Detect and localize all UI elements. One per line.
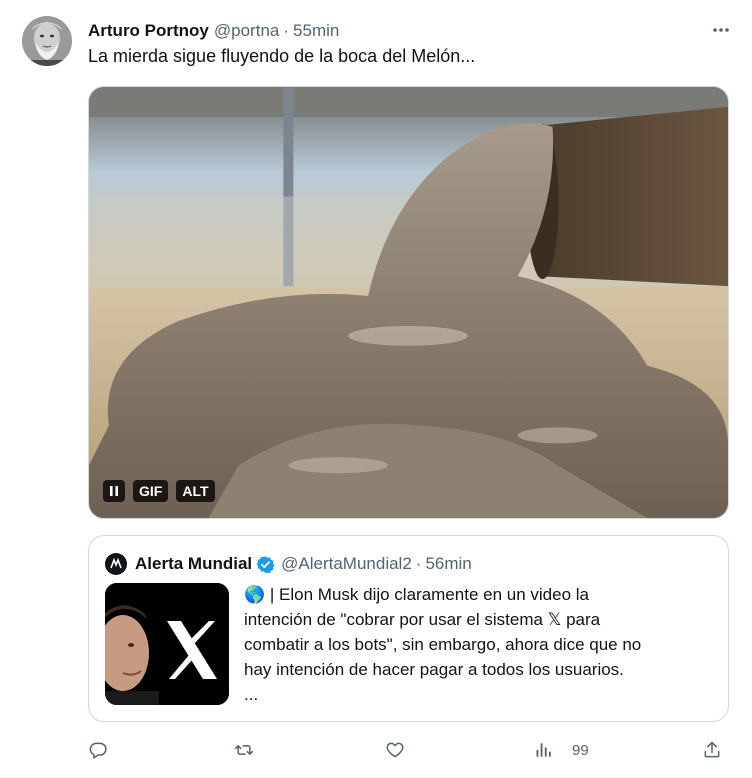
- separator-dot: ·: [415, 554, 422, 573]
- views-count: 99: [572, 741, 589, 759]
- like-icon: [386, 742, 404, 758]
- quoted-tweet-header: Alerta Mundial @AlertaMundial2 · 56min: [105, 552, 472, 576]
- tweet-header: Arturo Portnoy @portna · 55min: [88, 18, 732, 44]
- author-name[interactable]: Arturo Portnoy: [88, 21, 209, 41]
- pause-icon: [110, 486, 118, 496]
- gif-badge: GIF: [133, 480, 169, 502]
- gif-frame: [89, 87, 728, 518]
- tweet-media-gif[interactable]: GIF ALT: [88, 86, 729, 519]
- thumbnail-image: [105, 583, 229, 705]
- quoted-tweet-timestamp[interactable]: 56min: [425, 554, 471, 574]
- tweet-text: La mierda sigue fluyendo de la boca del …: [88, 46, 476, 66]
- quoted-text-line: combatir a los bots", sin embargo, ahora…: [244, 635, 642, 654]
- pause-button[interactable]: [103, 480, 125, 502]
- separator-dot: ·: [283, 21, 290, 40]
- views-icon: [536, 743, 551, 757]
- like-button[interactable]: [385, 734, 405, 766]
- quoted-tweet[interactable]: Alerta Mundial @AlertaMundial2 · 56min 🌎…: [88, 535, 729, 722]
- more-options-button[interactable]: [704, 16, 738, 44]
- retweet-icon: [234, 745, 254, 755]
- quoted-text-line: hay intención de hacer pagar a todos los…: [244, 660, 624, 679]
- author-avatar[interactable]: [22, 16, 72, 66]
- media-controls: GIF ALT: [103, 480, 215, 502]
- share-icon: [704, 741, 720, 758]
- reply-button[interactable]: [88, 734, 108, 766]
- author-handle[interactable]: @portna: [214, 21, 279, 41]
- share-button[interactable]: [702, 734, 722, 766]
- quoted-text-line: 🌎 | Elon Musk dijo claramente en un vide…: [244, 585, 589, 604]
- avatar-image: [22, 16, 72, 66]
- quoted-author-handle[interactable]: @AlertaMundial2: [281, 554, 412, 574]
- views-button[interactable]: 99: [534, 734, 589, 766]
- quoted-author-name[interactable]: Alerta Mundial: [135, 554, 252, 574]
- retweet-button[interactable]: [234, 734, 254, 766]
- tweet-timestamp[interactable]: 55min: [293, 21, 339, 41]
- quoted-tweet-text: 🌎 | Elon Musk dijo claramente en un vide…: [244, 582, 714, 707]
- quoted-author-avatar[interactable]: [105, 553, 127, 575]
- tweet-actions: 99: [88, 734, 729, 766]
- alt-text-button[interactable]: ALT: [176, 480, 215, 502]
- quoted-text-line: intención de "cobrar por usar el sistema…: [244, 610, 601, 629]
- quoted-tweet-thumbnail: [105, 583, 229, 705]
- tweet[interactable]: Arturo Portnoy @portna · 55min La mierda…: [0, 0, 752, 778]
- alerta-mundial-logo-icon: [110, 557, 122, 569]
- reply-icon: [89, 742, 107, 759]
- verified-badge-icon: [256, 555, 275, 574]
- quoted-text-ellipsis: ...: [244, 685, 259, 704]
- more-horizontal-icon: [713, 28, 729, 32]
